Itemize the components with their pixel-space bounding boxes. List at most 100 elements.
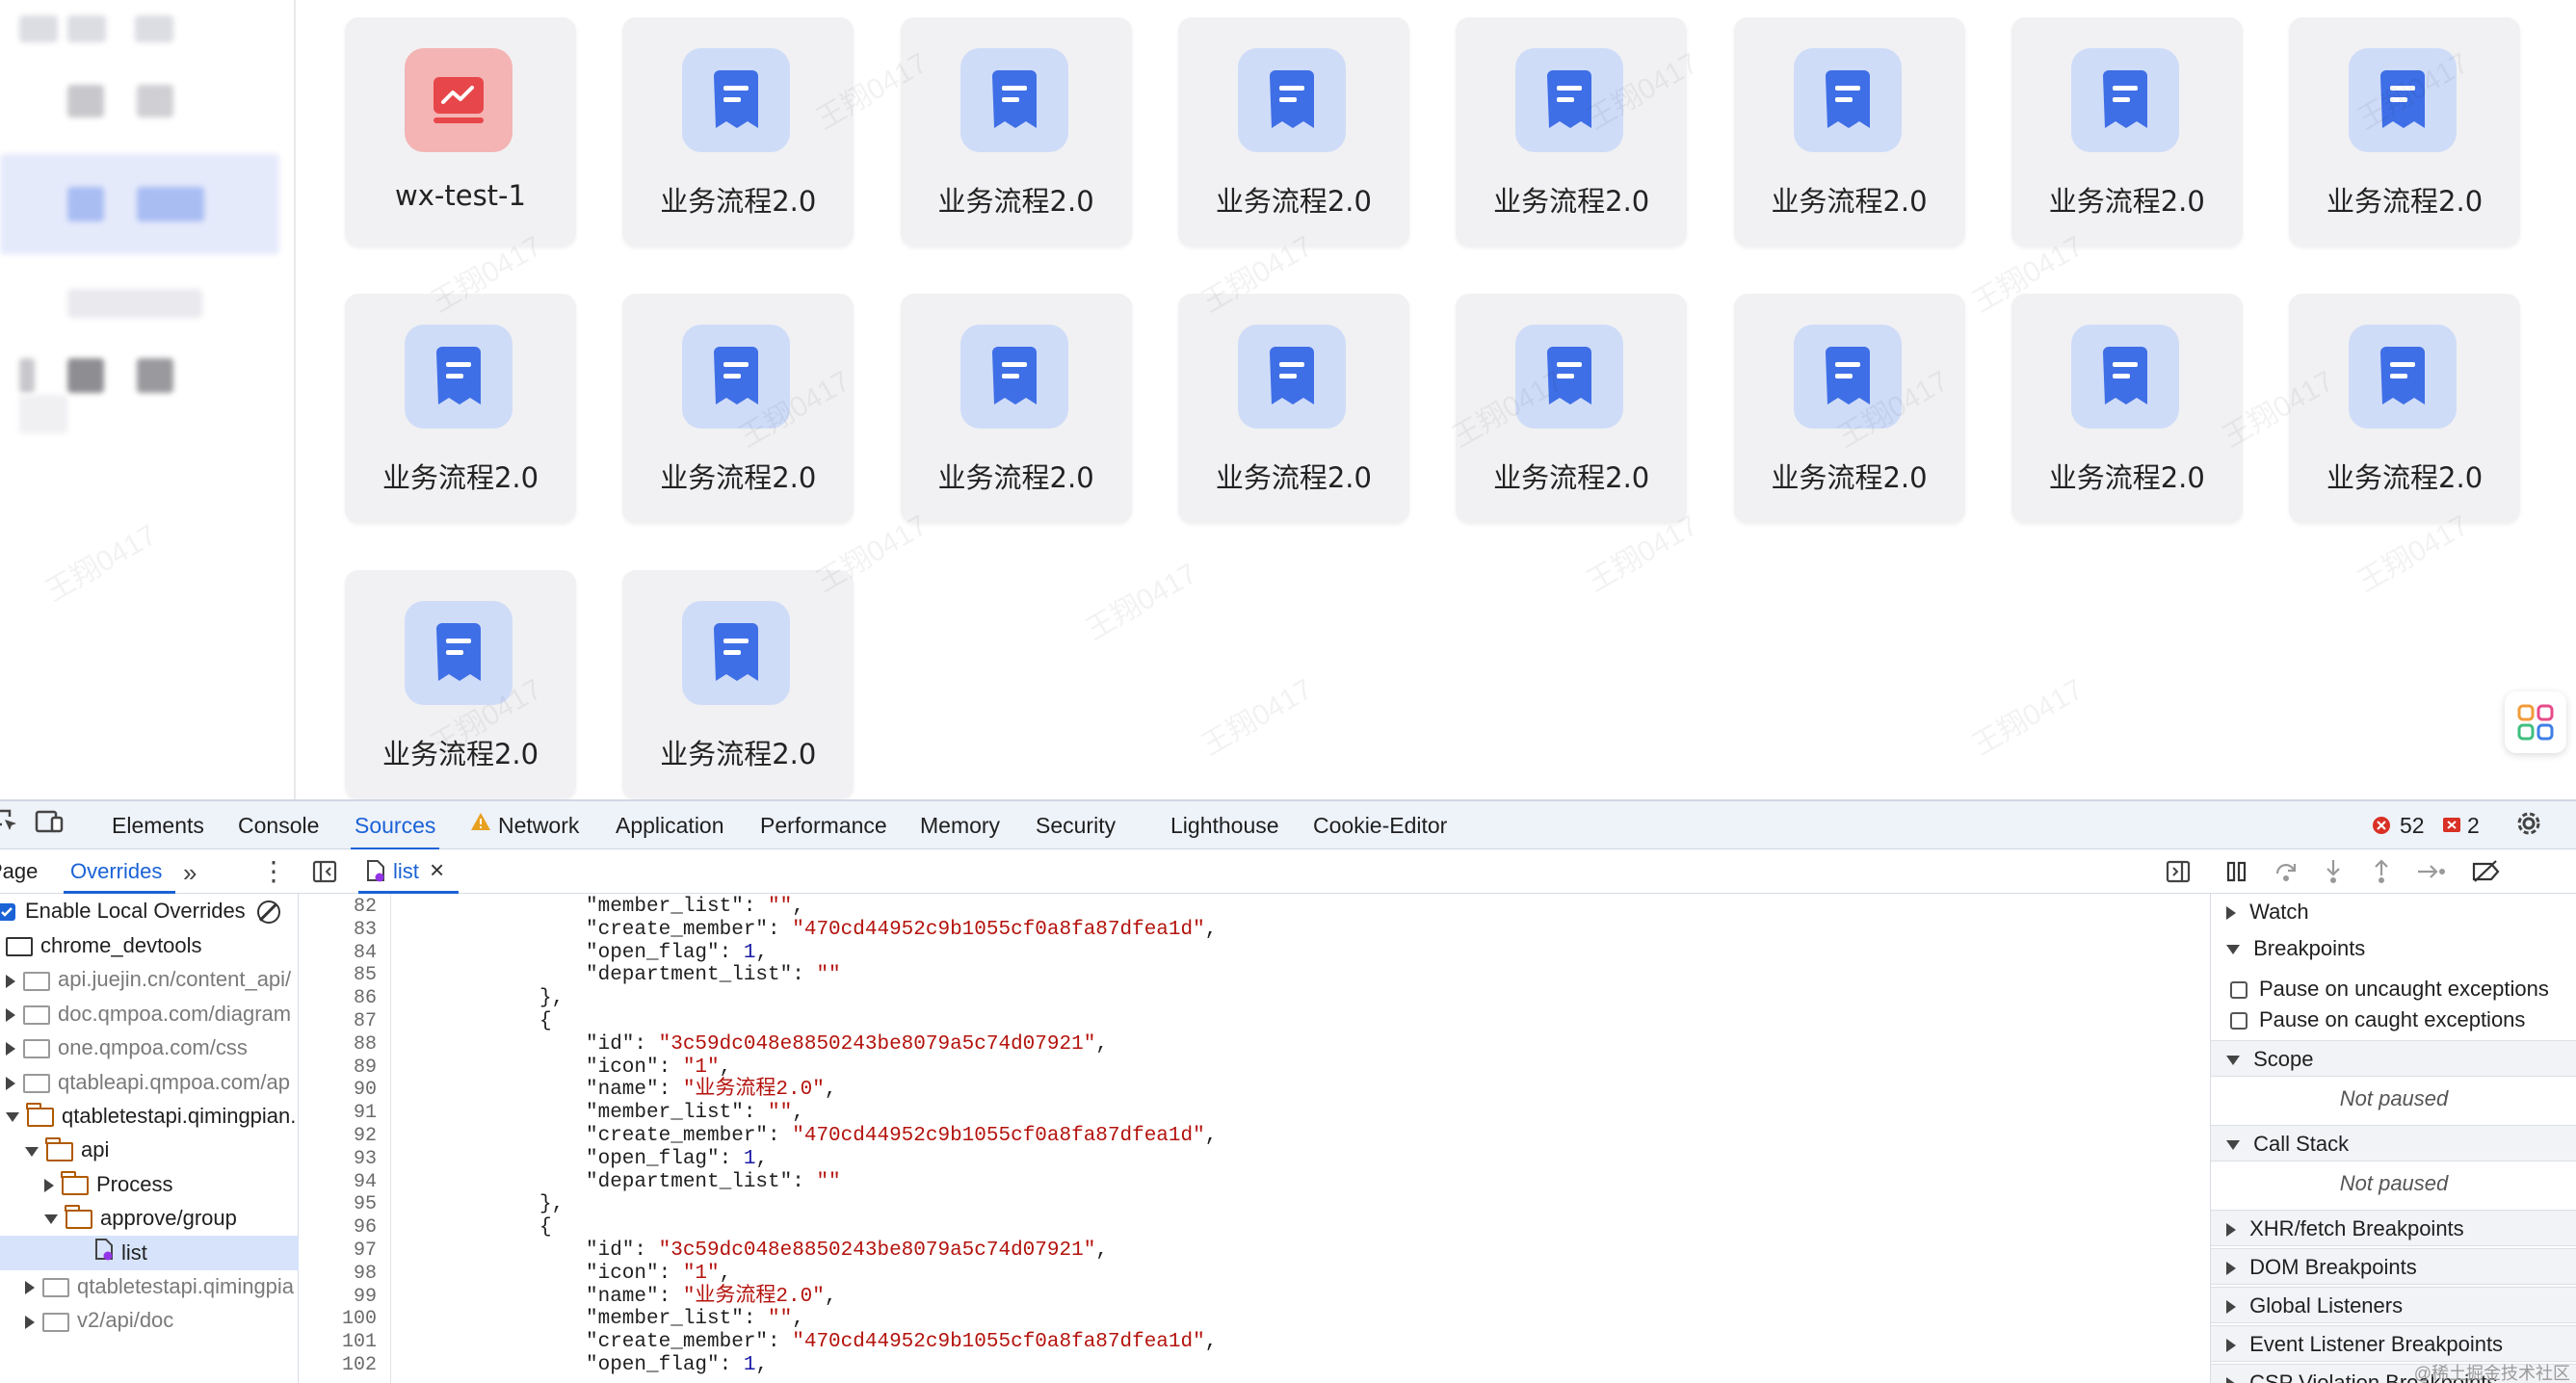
navigator-tree-item[interactable]: api.juejin.cn/content_api/ (0, 962, 299, 997)
step-over-icon[interactable] (2274, 860, 2299, 889)
navigator-tree-item[interactable]: v2/api/doc (0, 1303, 299, 1338)
app-card[interactable]: 业务流程2.0 (2011, 17, 2243, 247)
app-card[interactable]: 业务流程2.0 (2289, 294, 2521, 523)
expanded-arrow-icon[interactable] (25, 1146, 39, 1157)
close-tab-icon[interactable]: × (430, 855, 444, 885)
line-number[interactable]: 98 (354, 1263, 377, 1286)
navigator-tree-item[interactable]: approve/group (0, 1201, 299, 1236)
blurred-nav-item[interactable] (137, 85, 173, 117)
pause-caught-checkbox-row[interactable]: Pause on caught exceptions (2211, 1002, 2576, 1038)
app-card[interactable]: 业务流程2.0 (622, 294, 854, 523)
blurred-nav-item[interactable] (67, 289, 202, 318)
breakpoints-section-header[interactable]: Breakpoints (2211, 930, 2576, 967)
collapsed-arrow-icon[interactable] (6, 1042, 15, 1057)
line-number[interactable]: 102 (342, 1354, 377, 1377)
collapsed-arrow-icon[interactable] (6, 1076, 15, 1090)
navigator-tree-item[interactable]: api (0, 1133, 299, 1167)
event-listener-breakpoints-header[interactable]: Event Listener Breakpoints (2211, 1325, 2576, 1362)
more-tabs-chevron-icon[interactable]: » (183, 858, 197, 888)
tab-security[interactable]: Security (1036, 813, 1116, 839)
app-card[interactable]: 业务流程2.0 (1733, 17, 1965, 247)
line-number[interactable]: 88 (354, 1033, 377, 1057)
step-out-icon[interactable] (2370, 858, 2393, 891)
app-card[interactable]: 业务流程2.0 (345, 294, 576, 523)
line-number[interactable]: 86 (354, 987, 377, 1010)
navigator-tree-item[interactable]: Process (0, 1167, 299, 1202)
app-card[interactable]: 业务流程2.0 (622, 570, 854, 799)
line-number[interactable]: 82 (354, 896, 377, 919)
xhr-breakpoints-header[interactable]: XHR/fetch Breakpoints (2211, 1210, 2576, 1246)
navigator-tree-item[interactable]: qtableapi.qmpoa.com/ap (0, 1065, 299, 1100)
tab-elements[interactable]: Elements (112, 813, 204, 839)
expanded-arrow-icon[interactable] (6, 1112, 19, 1123)
navigator-tree-item[interactable]: doc.qmpoa.com/diagram (0, 997, 299, 1031)
settings-gear-icon[interactable] (2514, 809, 2543, 844)
nav-tab-overrides[interactable]: Overrides (70, 859, 162, 884)
collapsed-arrow-icon[interactable] (44, 1178, 54, 1192)
app-card[interactable]: wx-test-1 (345, 17, 576, 247)
checkbox[interactable] (2230, 981, 2247, 1000)
expanded-arrow-icon[interactable] (44, 1214, 58, 1225)
collapsed-arrow-icon[interactable] (25, 1281, 35, 1295)
line-number[interactable]: 93 (354, 1148, 377, 1171)
checkbox[interactable] (2230, 1012, 2247, 1031)
app-card[interactable]: 业务流程2.0 (900, 17, 1132, 247)
line-number[interactable]: 96 (354, 1216, 377, 1239)
app-card[interactable]: 业务流程2.0 (345, 570, 576, 799)
enable-overrides-row[interactable]: Enable Local Overrides (0, 894, 299, 928)
deactivate-breakpoints-icon[interactable] (2471, 859, 2502, 890)
collapsed-arrow-icon[interactable] (6, 974, 15, 988)
line-number[interactable]: 92 (354, 1125, 377, 1148)
blurred-nav-item[interactable] (67, 85, 104, 117)
step-icon[interactable] (2416, 861, 2447, 888)
step-into-icon[interactable] (2322, 858, 2345, 891)
navigator-tree-item[interactable]: one.qmpoa.com/css (0, 1031, 299, 1065)
blurred-nav-item[interactable] (135, 15, 173, 42)
tab-sources[interactable]: Sources (350, 813, 440, 850)
code-editor[interactable]: 82 83 84 85 86 87 88 89 90 91 92 93 94 95 96 97 98 99 100 1… (299, 894, 2210, 1383)
line-number[interactable]: 90 (354, 1079, 377, 1102)
app-card[interactable]: 业务流程2.0 (1733, 294, 1965, 523)
navigator-tree-item[interactable]: list (0, 1235, 299, 1270)
navigator-tree-item[interactable]: qtabletestapi.qimingpian. (0, 1099, 299, 1134)
blurred-nav-item[interactable] (19, 15, 58, 42)
line-number[interactable]: 85 (354, 964, 377, 987)
app-card[interactable]: 业务流程2.0 (622, 17, 854, 247)
dom-breakpoints-header[interactable]: DOM Breakpoints (2211, 1248, 2576, 1285)
more-options-icon[interactable]: ⋮ (260, 855, 287, 887)
tab-application[interactable]: Application (616, 813, 724, 839)
issue-count[interactable]: 2 (2467, 813, 2480, 839)
tab-lighthouse[interactable]: Lighthouse (1170, 813, 1279, 839)
watch-section-header[interactable]: Watch (2211, 894, 2576, 930)
app-card[interactable]: 业务流程2.0 (1177, 17, 1409, 247)
line-number[interactable]: 99 (354, 1286, 377, 1309)
collapsed-arrow-icon[interactable] (6, 1007, 15, 1022)
app-card[interactable]: 业务流程2.0 (2011, 294, 2243, 523)
blurred-nav-item[interactable] (19, 358, 35, 393)
clear-overrides-icon[interactable] (256, 900, 280, 925)
checked-checkbox-icon[interactable] (0, 903, 15, 922)
collapsed-arrow-icon[interactable] (25, 1315, 35, 1329)
blurred-nav-item[interactable] (137, 358, 173, 393)
tab-performance[interactable]: Performance (760, 813, 887, 839)
navigator-tree-item[interactable]: chrome_devtools (0, 928, 299, 963)
device-toolbar-icon[interactable] (35, 809, 64, 840)
tab-memory[interactable]: Memory (920, 813, 1000, 839)
error-count[interactable]: 52 (2400, 813, 2425, 839)
tab-cookie-editor[interactable]: Cookie-Editor (1313, 813, 1447, 839)
line-number[interactable]: 97 (354, 1239, 377, 1263)
toggle-navigator-icon[interactable] (312, 860, 337, 889)
app-card[interactable]: 业务流程2.0 (900, 294, 1132, 523)
line-number[interactable]: 95 (354, 1193, 377, 1216)
tab-network[interactable]: Network (498, 813, 579, 839)
inspect-element-icon[interactable] (0, 809, 19, 840)
app-card[interactable]: 业务流程2.0 (1456, 294, 1688, 523)
apps-grid-button[interactable] (2505, 692, 2566, 753)
app-card[interactable]: 业务流程2.0 (1456, 17, 1688, 247)
line-number[interactable]: 94 (354, 1171, 377, 1194)
open-file-tab[interactable]: list × (358, 849, 459, 894)
line-number[interactable]: 83 (354, 919, 377, 942)
blurred-nav-item[interactable] (67, 15, 106, 42)
call-stack-section-header[interactable]: Call Stack (2211, 1125, 2576, 1161)
line-number[interactable]: 84 (354, 942, 377, 965)
